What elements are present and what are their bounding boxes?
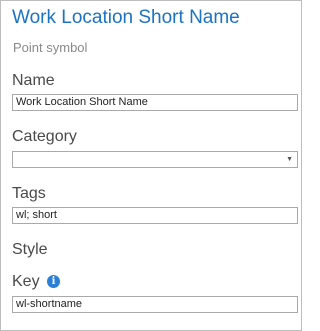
key-field[interactable]: wl-shortname (12, 296, 298, 313)
page-title: Work Location Short Name (12, 7, 240, 28)
symbol-type-subtitle: Point symbol (13, 40, 88, 55)
name-label: Name (12, 72, 55, 89)
category-label: Category (12, 128, 77, 145)
key-label: Key (12, 273, 40, 290)
name-field[interactable]: Work Location Short Name (12, 94, 298, 111)
symbol-properties-panel: Work Location Short Name Point symbol Na… (0, 0, 302, 331)
tags-label: Tags (12, 185, 46, 202)
tags-field[interactable]: wl; short (12, 207, 298, 224)
info-icon[interactable]: i (47, 275, 60, 288)
style-label: Style (12, 241, 48, 258)
chevron-down-icon[interactable]: ▼ (286, 152, 293, 167)
category-dropdown[interactable]: ▼ (12, 151, 298, 168)
